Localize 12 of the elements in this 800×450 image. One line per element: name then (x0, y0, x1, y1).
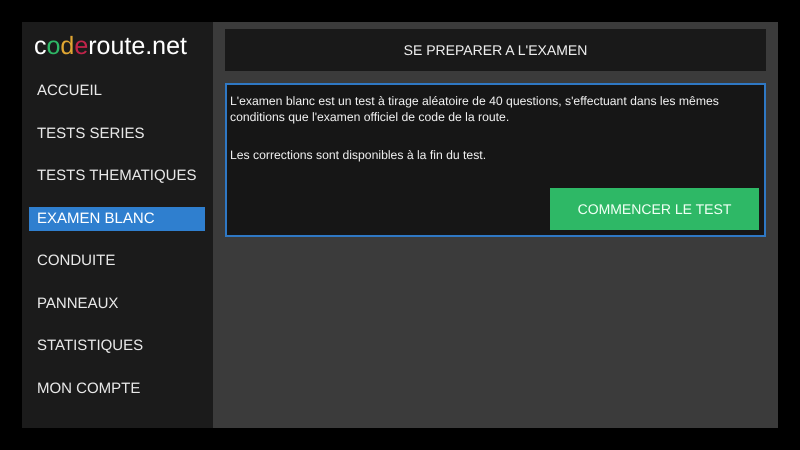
logo: coderoute.net (33, 32, 188, 61)
paragraph: Les corrections sont disponibles à la fin du test. (230, 147, 488, 163)
sidebar-item[interactable]: MON COMPTE (29, 376, 205, 400)
sidebar-item[interactable]: ACCUEIL (29, 79, 205, 103)
page-title: SE PREPARER A L'EXAMEN (225, 29, 766, 71)
paragraph: L'examen blanc est un test à tirage aléatoire de 40 questions, s'effectuant dans les mêmes conditions que l'examen officiel de code de la route. (230, 93, 720, 125)
sidebar-item[interactable]: STATISTIQUES (29, 334, 205, 358)
sidebar-item[interactable]: PANNEAUX (29, 292, 205, 316)
sidebar-item[interactable]: TESTS THEMATIQUES (29, 164, 205, 188)
sidebar-item[interactable]: EXAMEN BLANC (29, 206, 205, 230)
sidebar-item[interactable]: TESTS SERIES (29, 122, 205, 146)
sidebar-item[interactable]: CONDUITE (29, 249, 205, 273)
